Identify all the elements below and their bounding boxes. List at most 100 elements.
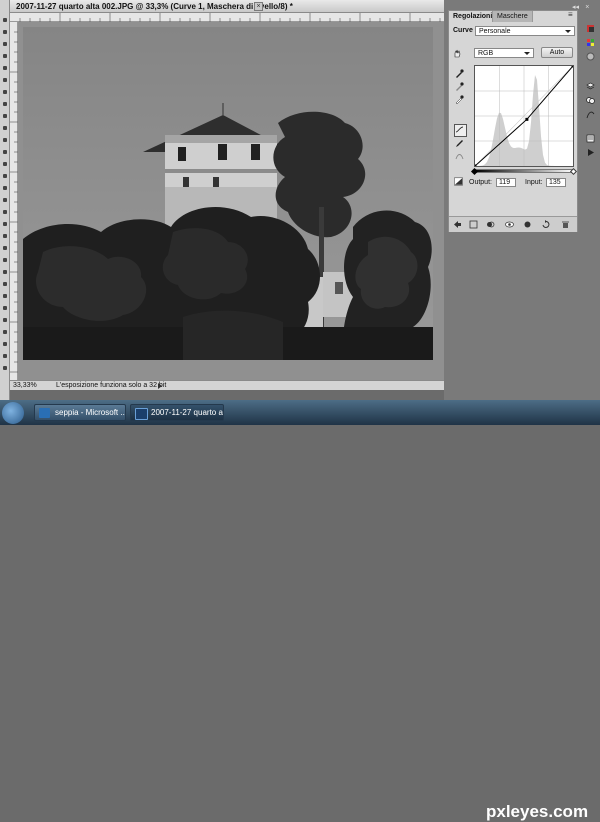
adjustments-panel: Regolazioni Maschere Curve Personale RGB…: [448, 10, 578, 232]
input-gradient-bar: [474, 169, 574, 173]
ruler-horizontal: [10, 13, 444, 22]
tool-icon[interactable]: [1, 172, 9, 180]
tool-icon[interactable]: [1, 40, 9, 48]
watermark: pxleyes.com: [486, 802, 589, 821]
curve-edit-icon[interactable]: [454, 124, 467, 137]
reset-icon[interactable]: [541, 220, 550, 229]
word-icon: [39, 408, 50, 418]
tool-icon[interactable]: [1, 16, 9, 24]
close-document-icon[interactable]: ×: [254, 2, 263, 11]
status-menu-arrow-icon[interactable]: [158, 383, 162, 389]
layers-icon[interactable]: [586, 82, 595, 91]
curve-point: [473, 164, 477, 168]
taskbar-item-word[interactable]: seppia - Microsoft ...: [34, 404, 126, 421]
taskbar-item-label: 2007-11-27 quarto a...: [151, 408, 224, 417]
channels-icon[interactable]: [586, 96, 595, 105]
smooth-icon[interactable]: [455, 152, 464, 161]
styles-icon[interactable]: [586, 52, 595, 61]
input-label: Input:: [525, 179, 543, 186]
document-window: 2007-11-27 quarto alta 002.JPG @ 33,3% (…: [10, 0, 444, 390]
tool-icon[interactable]: [1, 52, 9, 60]
dock-icon-column: [585, 24, 597, 164]
document-title: 2007-11-27 quarto alta 002.JPG @ 33,3% (…: [16, 2, 293, 11]
tool-icon[interactable]: [1, 184, 9, 192]
zoom-level[interactable]: 33,33%: [13, 382, 37, 389]
tool-icon[interactable]: [1, 76, 9, 84]
tool-icon[interactable]: [1, 100, 9, 108]
preset-dropdown[interactable]: Personale: [475, 26, 575, 36]
document-title-bar[interactable]: 2007-11-27 quarto alta 002.JPG @ 33,3% (…: [10, 0, 444, 13]
curve-svg: [473, 64, 575, 168]
tool-icon[interactable]: [1, 268, 9, 276]
tool-icon[interactable]: [1, 244, 9, 252]
windows-taskbar: seppia - Microsoft ... 2007-11-27 quarto…: [0, 400, 600, 821]
taskbar-item-label: seppia - Microsoft ...: [55, 408, 126, 417]
tool-icon[interactable]: [1, 352, 9, 360]
photo-image: [23, 27, 433, 360]
photoshop-icon: [135, 408, 148, 420]
tool-icon[interactable]: [1, 364, 9, 372]
tool-icon[interactable]: [1, 304, 9, 312]
tool-icon[interactable]: [1, 148, 9, 156]
channel-hand-icon[interactable]: [453, 49, 462, 58]
tool-icon[interactable]: [1, 292, 9, 300]
pencil-icon[interactable]: [455, 139, 464, 148]
panel-type-label: Curve: [453, 27, 473, 34]
history-icon[interactable]: [586, 134, 595, 143]
tab-maschere[interactable]: Maschere: [493, 11, 533, 22]
curve-graph[interactable]: [473, 64, 575, 168]
tool-icon[interactable]: [1, 220, 9, 228]
tool-icon[interactable]: [1, 64, 9, 72]
tool-icon[interactable]: [1, 280, 9, 288]
curve-point: [525, 117, 529, 121]
tool-icon[interactable]: [1, 124, 9, 132]
output-field[interactable]: 119: [496, 178, 516, 187]
paths-icon[interactable]: [586, 110, 595, 119]
status-bar: 33,33% L'esposizione funziona solo a 32 …: [10, 380, 444, 390]
eyedropper-black-icon[interactable]: [455, 69, 464, 78]
tool-icon[interactable]: [1, 196, 9, 204]
expand-view-icon[interactable]: [469, 220, 478, 229]
eyedropper-white-icon[interactable]: [455, 95, 464, 104]
view-previous-icon[interactable]: [523, 220, 532, 229]
preset-value: Personale: [479, 28, 511, 35]
channel-dropdown[interactable]: RGB: [474, 48, 534, 58]
start-button[interactable]: [2, 402, 24, 424]
ruler-vertical: [10, 22, 18, 380]
tool-icon[interactable]: [1, 136, 9, 144]
trash-icon[interactable]: [561, 220, 570, 229]
return-arrow-icon[interactable]: [453, 220, 462, 229]
input-field[interactable]: 135: [546, 178, 566, 187]
eyedropper-gray-icon[interactable]: [455, 82, 464, 91]
visibility-eye-icon[interactable]: [505, 220, 514, 229]
tool-icon[interactable]: [1, 340, 9, 348]
tool-icon[interactable]: [1, 316, 9, 324]
output-label: Output:: [469, 179, 492, 186]
panel-bottom-bar: [449, 216, 577, 232]
tool-icon[interactable]: [1, 208, 9, 216]
photo-canvas[interactable]: [23, 27, 433, 360]
tool-icon[interactable]: [1, 28, 9, 36]
tool-icon[interactable]: [1, 112, 9, 120]
clip-display-icon[interactable]: [454, 177, 465, 187]
color-picker-icon[interactable]: [586, 24, 595, 33]
status-info: L'esposizione funziona solo a 32 bit: [56, 382, 167, 389]
dock-controls: ◂◂ ×: [568, 2, 598, 11]
tab-regolazioni[interactable]: Regolazioni: [449, 11, 493, 22]
curve-point: [571, 64, 575, 68]
channel-value: RGB: [478, 50, 494, 57]
tools-panel: [0, 0, 10, 400]
close-dock-icon[interactable]: ×: [585, 4, 589, 11]
actions-icon[interactable]: [586, 148, 595, 157]
white-point-slider[interactable]: [569, 167, 578, 176]
tool-icon[interactable]: [1, 256, 9, 264]
taskbar-item-photoshop[interactable]: 2007-11-27 quarto a...: [130, 404, 224, 421]
panel-menu-icon[interactable]: [567, 10, 576, 20]
auto-button[interactable]: Auto: [541, 47, 573, 58]
swatches-icon[interactable]: [586, 38, 595, 47]
tool-icon[interactable]: [1, 160, 9, 168]
clip-layer-icon[interactable]: [486, 220, 495, 229]
tool-icon[interactable]: [1, 232, 9, 240]
tool-icon[interactable]: [1, 88, 9, 96]
tool-icon[interactable]: [1, 328, 9, 336]
